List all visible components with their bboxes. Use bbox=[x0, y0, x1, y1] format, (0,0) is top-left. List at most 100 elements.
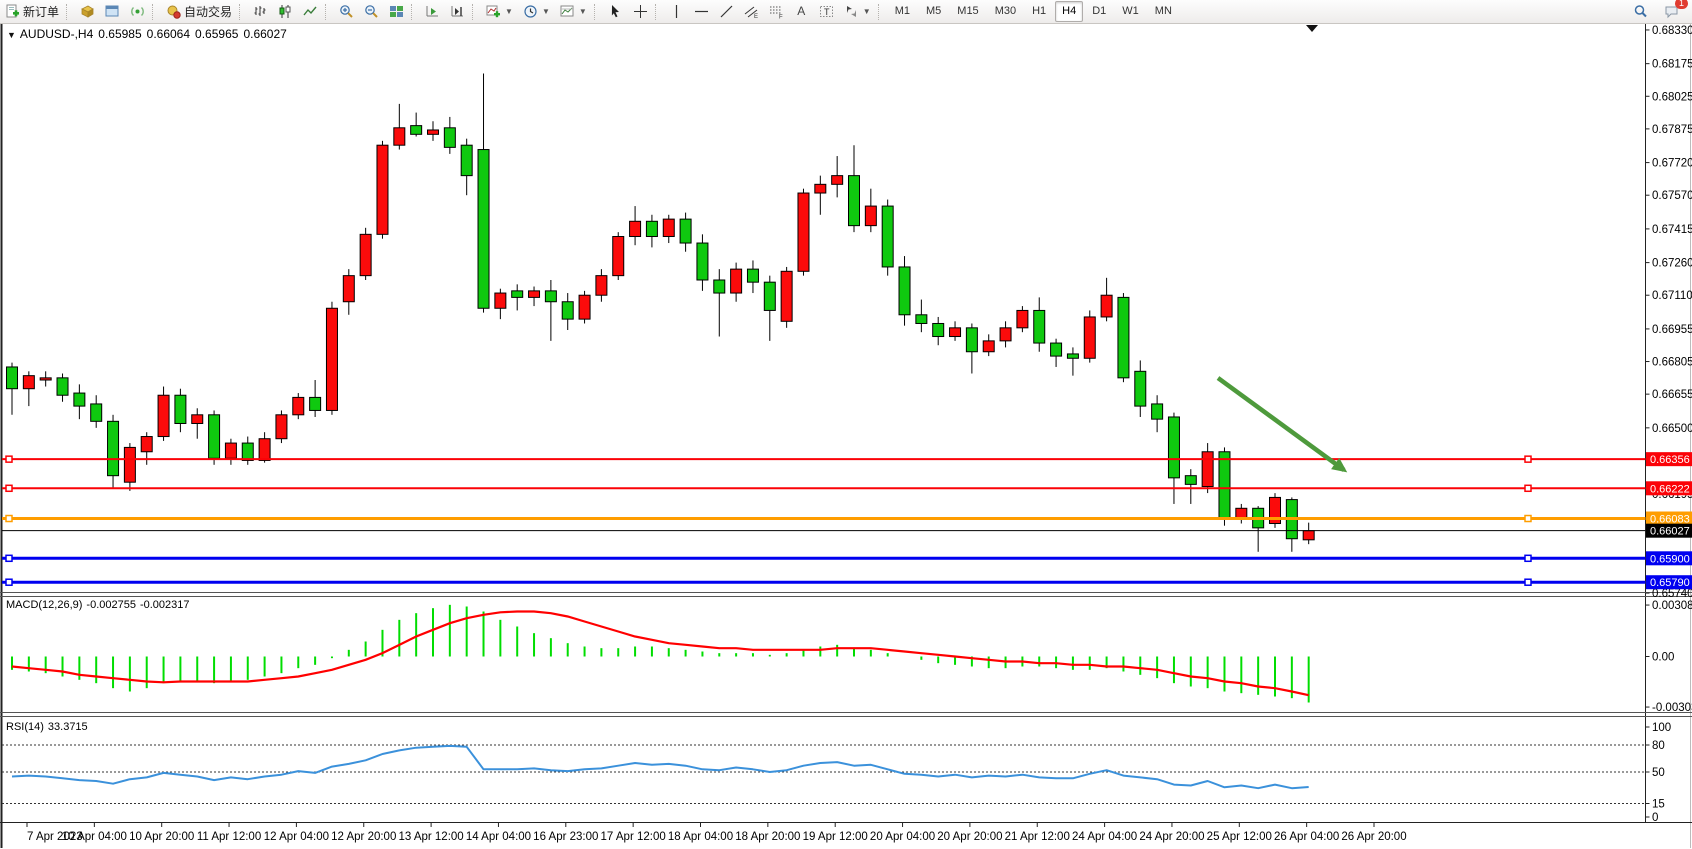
candle[interactable] bbox=[326, 308, 337, 410]
candle[interactable] bbox=[512, 291, 523, 298]
candle[interactable] bbox=[781, 271, 792, 321]
candle[interactable] bbox=[663, 219, 674, 236]
vertical-line-button[interactable] bbox=[664, 1, 689, 22]
zoom-in-button[interactable] bbox=[334, 1, 359, 22]
candle[interactable] bbox=[23, 376, 34, 389]
candle[interactable] bbox=[882, 206, 893, 267]
timeframe-m15[interactable]: M15 bbox=[950, 1, 985, 22]
candle[interactable] bbox=[91, 404, 102, 421]
candle[interactable] bbox=[1084, 317, 1095, 358]
candle[interactable] bbox=[630, 221, 641, 236]
candle[interactable] bbox=[849, 176, 860, 226]
search-button[interactable] bbox=[1628, 1, 1653, 22]
horizontal-line-button[interactable] bbox=[689, 1, 714, 22]
candle[interactable] bbox=[680, 219, 691, 243]
line-chart-button[interactable] bbox=[298, 1, 323, 22]
candle[interactable] bbox=[933, 323, 944, 336]
text-label-button[interactable]: T bbox=[814, 1, 839, 22]
templates-button[interactable]: ▼ bbox=[555, 1, 592, 22]
line-handle[interactable] bbox=[6, 555, 12, 561]
candle[interactable] bbox=[596, 276, 607, 296]
candle[interactable] bbox=[1185, 476, 1196, 485]
chart-shift-button[interactable] bbox=[445, 1, 470, 22]
candle[interactable] bbox=[1219, 452, 1230, 519]
notifications-button[interactable]: 1 bbox=[1659, 1, 1684, 22]
periods-button[interactable]: ▼ bbox=[518, 1, 555, 22]
candle[interactable] bbox=[276, 415, 287, 439]
candle[interactable] bbox=[697, 243, 708, 280]
candle[interactable] bbox=[74, 393, 85, 406]
candle[interactable] bbox=[158, 395, 169, 436]
line-handle[interactable] bbox=[1525, 485, 1531, 491]
candle[interactable] bbox=[714, 280, 725, 293]
candle[interactable] bbox=[1017, 310, 1028, 327]
timeframe-h1[interactable]: H1 bbox=[1025, 1, 1053, 22]
symbol-dropdown-icon[interactable]: ▼ bbox=[7, 30, 16, 40]
data-window-button[interactable] bbox=[100, 1, 125, 22]
candle[interactable] bbox=[832, 176, 843, 185]
candle[interactable] bbox=[1152, 404, 1163, 419]
candle[interactable] bbox=[377, 145, 388, 234]
candle[interactable] bbox=[562, 302, 573, 319]
candle[interactable] bbox=[175, 395, 186, 423]
zoom-out-button[interactable] bbox=[359, 1, 384, 22]
candle[interactable] bbox=[7, 367, 18, 389]
candle[interactable] bbox=[545, 291, 556, 302]
cursor-button[interactable] bbox=[603, 1, 628, 22]
trendline-button[interactable] bbox=[714, 1, 739, 22]
candle[interactable] bbox=[613, 237, 624, 276]
candle[interactable] bbox=[360, 234, 371, 275]
line-handle[interactable] bbox=[1525, 555, 1531, 561]
timeframe-m5[interactable]: M5 bbox=[919, 1, 948, 22]
auto-scroll-button[interactable] bbox=[420, 1, 445, 22]
candle[interactable] bbox=[579, 295, 590, 319]
new-order-button[interactable]: 新订单 bbox=[0, 1, 64, 22]
timeframe-d1[interactable]: D1 bbox=[1085, 1, 1113, 22]
arrows-button[interactable]: ▼ bbox=[839, 1, 876, 22]
candle[interactable] bbox=[966, 328, 977, 352]
timeframe-h4[interactable]: H4 bbox=[1055, 1, 1083, 22]
indicators-button[interactable]: ▼ bbox=[481, 1, 518, 22]
candle[interactable] bbox=[343, 276, 354, 302]
candle[interactable] bbox=[1202, 452, 1213, 487]
line-handle[interactable] bbox=[6, 516, 12, 522]
candle[interactable] bbox=[815, 184, 826, 193]
timeframe-m1[interactable]: M1 bbox=[888, 1, 917, 22]
line-handle[interactable] bbox=[6, 456, 12, 462]
candle[interactable] bbox=[1034, 310, 1045, 343]
candle[interactable] bbox=[798, 193, 809, 271]
candle[interactable] bbox=[141, 437, 152, 452]
candle[interactable] bbox=[731, 269, 742, 293]
market-watch-button[interactable] bbox=[75, 1, 100, 22]
candle[interactable] bbox=[1101, 295, 1112, 317]
candle[interactable] bbox=[108, 421, 119, 475]
chart-canvas[interactable]: 0.683300.681750.680250.678750.677200.675… bbox=[0, 0, 1692, 849]
bar-chart-button[interactable] bbox=[248, 1, 273, 22]
candle[interactable] bbox=[1000, 328, 1011, 341]
candle[interactable] bbox=[495, 293, 506, 308]
candle[interactable] bbox=[747, 269, 758, 282]
candle[interactable] bbox=[411, 126, 422, 135]
candle[interactable] bbox=[394, 128, 405, 145]
candle[interactable] bbox=[461, 145, 472, 175]
line-handle[interactable] bbox=[6, 485, 12, 491]
candle[interactable] bbox=[529, 291, 540, 298]
candle[interactable] bbox=[1303, 531, 1314, 540]
candle[interactable] bbox=[1168, 417, 1179, 478]
tile-windows-button[interactable] bbox=[384, 1, 409, 22]
candle[interactable] bbox=[428, 130, 439, 134]
line-handle[interactable] bbox=[6, 579, 12, 585]
timeframe-w1[interactable]: W1 bbox=[1115, 1, 1146, 22]
candle[interactable] bbox=[646, 221, 657, 236]
auto-trading-button[interactable]: 自动交易 bbox=[161, 1, 237, 22]
candle[interactable] bbox=[899, 267, 910, 315]
candle[interactable] bbox=[225, 443, 236, 458]
candle[interactable] bbox=[1067, 354, 1078, 358]
line-handle[interactable] bbox=[1525, 456, 1531, 462]
signals-button[interactable] bbox=[125, 1, 150, 22]
text-button[interactable]: A bbox=[789, 1, 814, 22]
candle[interactable] bbox=[1118, 297, 1129, 377]
fibonacci-button[interactable]: F bbox=[764, 1, 789, 22]
candle[interactable] bbox=[242, 443, 253, 460]
candle[interactable] bbox=[1051, 343, 1062, 356]
